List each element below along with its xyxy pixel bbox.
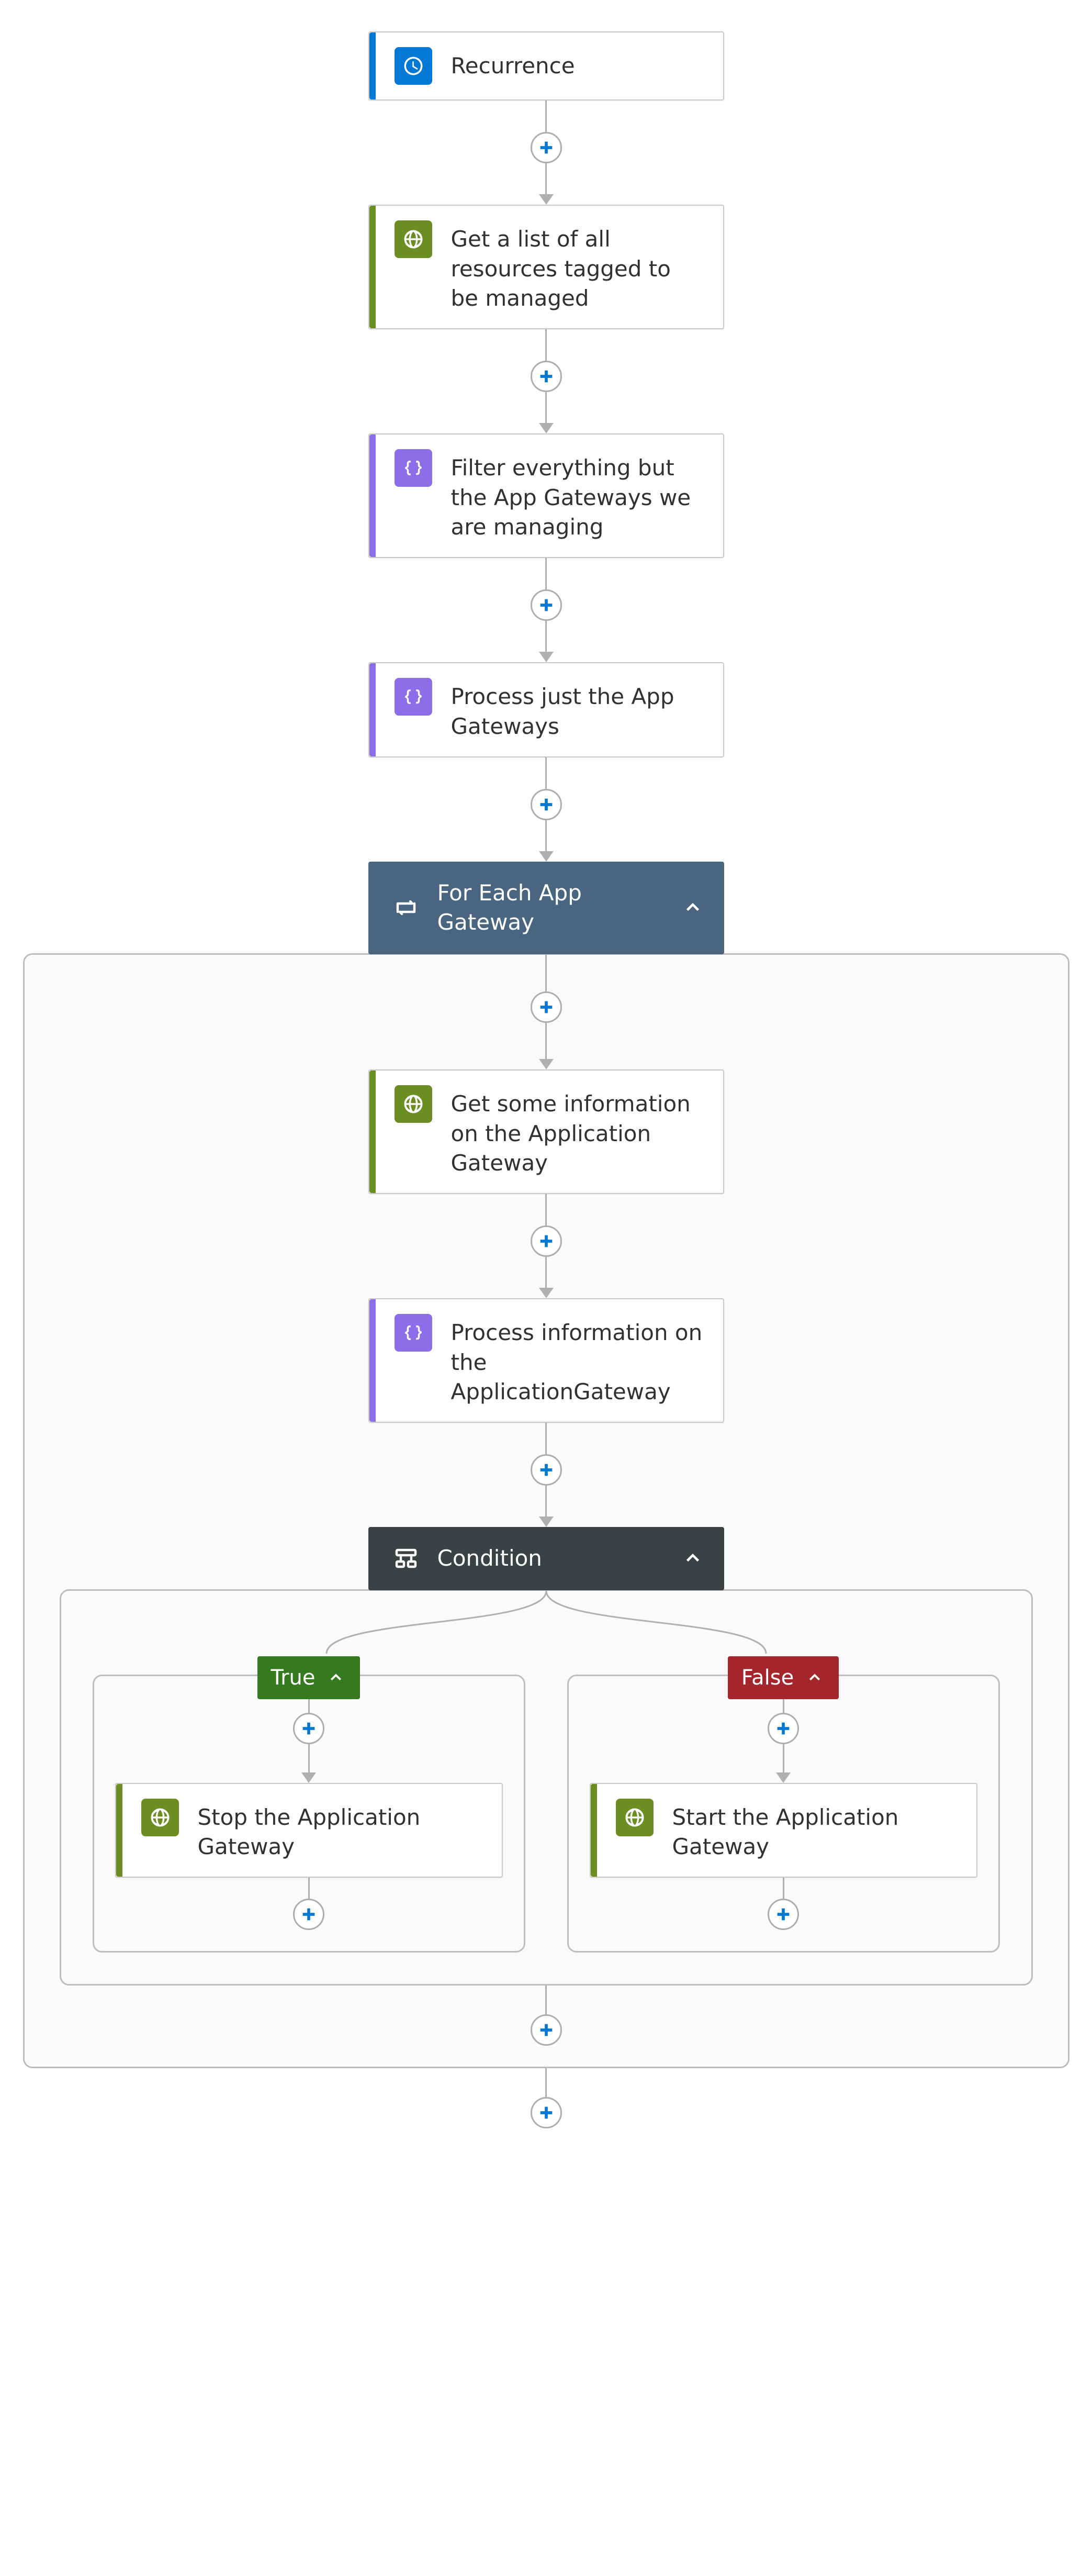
globe-icon <box>141 1799 179 1836</box>
card-label: Get a list of all resources tagged to be… <box>451 220 704 314</box>
connector <box>531 1194 562 1298</box>
connector <box>531 2068 562 2128</box>
for-each-scope: Get some information on the Application … <box>23 953 1070 2068</box>
add-step-button[interactable] <box>531 132 562 163</box>
card-stripe <box>116 1784 122 1877</box>
chevron-up-icon[interactable] <box>682 1548 703 1569</box>
branches-row: True <box>93 1659 1000 1953</box>
add-step-button[interactable] <box>768 1713 799 1744</box>
for-each-header[interactable]: For Each App Gateway <box>368 862 724 954</box>
card-recurrence[interactable]: Recurrence <box>368 31 724 101</box>
connector <box>531 955 562 1069</box>
card-get-resources[interactable]: Get a list of all resources tagged to be… <box>368 205 724 329</box>
connector <box>531 1986 562 2046</box>
card-stop-gateway[interactable]: Stop the Application Gateway <box>115 1783 503 1878</box>
chevron-up-icon[interactable] <box>804 1667 825 1688</box>
add-step-button[interactable] <box>531 1454 562 1486</box>
connector <box>531 329 562 433</box>
clock-icon <box>395 47 432 85</box>
code-braces-icon <box>395 449 432 487</box>
arrow-down-icon <box>539 1059 554 1069</box>
add-step-button[interactable] <box>293 1899 324 1930</box>
card-stripe <box>369 1299 376 1422</box>
connector <box>531 757 562 862</box>
add-step-button[interactable] <box>531 2097 562 2128</box>
globe-icon <box>395 1085 432 1123</box>
card-stripe <box>369 663 376 756</box>
card-label: Start the Application Gateway <box>672 1799 958 1862</box>
add-step-button[interactable] <box>531 589 562 621</box>
card-stripe <box>591 1784 597 1877</box>
connector <box>531 101 562 205</box>
connector <box>768 1878 799 1930</box>
arrow-down-icon <box>539 1516 554 1527</box>
card-get-info[interactable]: Get some information on the Application … <box>368 1069 724 1194</box>
card-filter[interactable]: Filter everything but the App Gateways w… <box>368 433 724 558</box>
connector <box>531 1423 562 1527</box>
chevron-up-icon[interactable] <box>325 1667 346 1688</box>
card-stripe <box>369 206 376 328</box>
add-step-button[interactable] <box>531 1225 562 1257</box>
arrow-down-icon <box>539 1288 554 1298</box>
branch-fork <box>102 1591 991 1654</box>
false-badge[interactable]: False <box>728 1656 839 1699</box>
card-label: Recurrence <box>451 47 704 81</box>
add-step-button[interactable] <box>531 361 562 392</box>
arrow-down-icon <box>301 1772 316 1783</box>
card-process-gateways[interactable]: Process just the App Gateways <box>368 662 724 757</box>
card-stripe <box>369 32 376 99</box>
false-branch-frame: False <box>567 1675 1000 1953</box>
globe-icon <box>395 220 432 258</box>
chevron-up-icon[interactable] <box>682 897 703 918</box>
add-step-button[interactable] <box>768 1899 799 1930</box>
code-braces-icon <box>395 1314 432 1352</box>
true-branch-frame: True <box>93 1675 525 1953</box>
card-stripe <box>369 434 376 557</box>
header-label: Condition <box>437 1544 663 1574</box>
true-badge[interactable]: True <box>257 1656 361 1699</box>
condition-icon <box>393 1546 419 1571</box>
add-step-button[interactable] <box>531 991 562 1023</box>
connector <box>293 1878 324 1930</box>
arrow-down-icon <box>539 851 554 862</box>
add-step-button[interactable] <box>531 789 562 820</box>
card-process-info[interactable]: Process information on the ApplicationGa… <box>368 1298 724 1423</box>
true-branch: True <box>93 1659 525 1953</box>
workflow-canvas: Recurrence Get a list of all resources t… <box>0 0 1092 2160</box>
add-step-button[interactable] <box>531 2014 562 2046</box>
connector <box>531 558 562 662</box>
card-label: Get some information on the Application … <box>451 1085 704 1178</box>
badge-label: False <box>741 1664 794 1692</box>
condition-scope: True <box>60 1589 1033 1986</box>
card-label: Stop the Application Gateway <box>198 1799 483 1862</box>
arrow-down-icon <box>539 652 554 662</box>
arrow-down-icon <box>776 1772 791 1783</box>
loop-icon <box>393 895 419 920</box>
condition-header[interactable]: Condition <box>368 1527 724 1590</box>
add-step-button[interactable] <box>293 1713 324 1744</box>
arrow-down-icon <box>539 194 554 205</box>
header-label: For Each App Gateway <box>437 878 663 938</box>
badge-label: True <box>271 1664 316 1692</box>
globe-icon <box>616 1799 654 1836</box>
arrow-down-icon <box>539 423 554 433</box>
code-braces-icon <box>395 678 432 716</box>
card-start-gateway[interactable]: Start the Application Gateway <box>590 1783 977 1878</box>
connector <box>768 1697 799 1783</box>
false-branch: False <box>567 1659 1000 1953</box>
connector <box>293 1697 324 1783</box>
card-label: Process just the App Gateways <box>451 678 704 741</box>
card-label: Process information on the ApplicationGa… <box>451 1314 704 1407</box>
card-label: Filter everything but the App Gateways w… <box>451 449 704 542</box>
card-stripe <box>369 1070 376 1193</box>
